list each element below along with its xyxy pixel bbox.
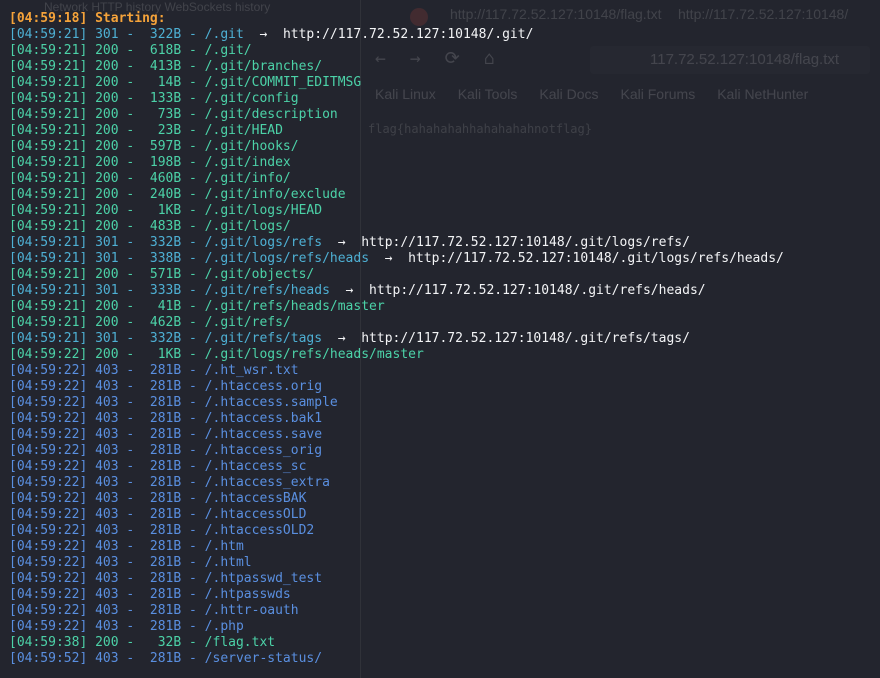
result-entry: [04:59:21] 200 - 14B - /.git/COMMIT_EDIT…: [9, 75, 362, 90]
redirect-arrow-icon: →: [243, 27, 283, 42]
result-line: [04:59:21] 200 - 73B - /.git/description: [9, 107, 784, 123]
result-line: [04:59:21] 200 - 14B - /.git/COMMIT_EDIT…: [9, 75, 784, 91]
result-line: [04:59:21] 200 - 460B - /.git/info/: [9, 171, 784, 187]
result-line: [04:59:21] 200 - 462B - /.git/refs/: [9, 315, 784, 331]
result-lines: [04:59:21] 301 - 322B - /.git → http://1…: [9, 27, 784, 667]
result-entry: [04:59:21] 200 - 73B - /.git/description: [9, 107, 338, 122]
result-line: [04:59:21] 200 - 571B - /.git/objects/: [9, 267, 784, 283]
result-line: [04:59:21] 301 - 322B - /.git → http://1…: [9, 27, 784, 43]
result-entry: [04:59:21] 200 - 460B - /.git/info/: [9, 171, 291, 186]
result-entry: [04:59:21] 200 - 23B - /.git/HEAD: [9, 123, 283, 138]
redirect-url: http://117.72.52.127:10148/.git/refs/tag…: [361, 331, 690, 346]
result-line: [04:59:22] 403 - 281B - /.htaccess_orig: [9, 443, 784, 459]
result-line: [04:59:21] 200 - 23B - /.git/HEAD: [9, 123, 784, 139]
redirect-arrow-icon: →: [322, 235, 362, 250]
result-line: [04:59:21] 301 - 332B - /.git/logs/refs …: [9, 235, 784, 251]
result-entry: [04:59:22] 403 - 281B - /.htaccess_sc: [9, 459, 307, 474]
result-line: [04:59:22] 403 - 281B - /.htpasswd_test: [9, 571, 784, 587]
result-line: [04:59:22] 403 - 281B - /.ht_wsr.txt: [9, 363, 784, 379]
result-entry: [04:59:22] 403 - 281B - /.html: [9, 555, 252, 570]
result-entry: [04:59:21] 301 - 332B - /.git/logs/refs: [9, 235, 323, 250]
result-line: [04:59:22] 403 - 281B - /.htaccess_sc: [9, 459, 784, 475]
result-line: [04:59:52] 403 - 281B - /server-status/: [9, 651, 784, 667]
result-entry: [04:59:22] 403 - 281B - /.htm: [9, 539, 244, 554]
result-line: [04:59:22] 403 - 281B - /.htaccess.save: [9, 427, 784, 443]
result-entry: [04:59:21] 200 - 462B - /.git/refs/: [9, 315, 291, 330]
start-text: Starting:: [95, 11, 166, 26]
result-entry: [04:59:21] 301 - 338B - /.git/logs/refs/…: [9, 251, 370, 266]
redirect-url: http://117.72.52.127:10148/.git/logs/ref…: [361, 235, 690, 250]
result-entry: [04:59:38] 200 - 32B - /flag.txt: [9, 635, 276, 650]
result-entry: [04:59:22] 403 - 281B - /.htpasswds: [9, 587, 291, 602]
redirect-arrow-icon: →: [329, 283, 370, 298]
result-entry: [04:59:22] 403 - 281B - /.httr-oauth: [9, 603, 299, 618]
result-line: [04:59:21] 200 - 1KB - /.git/logs/HEAD: [9, 203, 784, 219]
result-line: [04:59:22] 403 - 281B - /.htaccessBAK: [9, 491, 784, 507]
result-line: [04:59:21] 200 - 483B - /.git/logs/: [9, 219, 784, 235]
result-entry: [04:59:22] 403 - 281B - /.htaccess_orig: [9, 443, 323, 458]
redirect-url: http://117.72.52.127:10148/.git/logs/ref…: [408, 251, 784, 266]
result-line: [04:59:22] 403 - 281B - /.htaccess.sampl…: [9, 395, 784, 411]
result-entry: [04:59:22] 403 - 281B - /.htpasswd_test: [9, 571, 323, 586]
result-line: [04:59:22] 403 - 281B - /.httr-oauth: [9, 603, 784, 619]
result-line: [04:59:22] 403 - 281B - /.htpasswds: [9, 587, 784, 603]
result-entry: [04:59:21] 200 - 41B - /.git/refs/heads/…: [9, 299, 385, 314]
result-entry: [04:59:21] 200 - 413B - /.git/branches/: [9, 59, 323, 74]
start-line: [04:59:18] Starting:: [9, 11, 784, 27]
result-line: [04:59:22] 403 - 281B - /.htaccess_extra: [9, 475, 784, 491]
result-entry: [04:59:22] 403 - 281B - /.htaccess.orig: [9, 379, 323, 394]
result-line: [04:59:22] 403 - 281B - /.html: [9, 555, 784, 571]
result-line: [04:59:22] 200 - 1KB - /.git/logs/refs/h…: [9, 347, 784, 363]
redirect-arrow-icon: →: [369, 251, 409, 266]
result-line: [04:59:21] 200 - 413B - /.git/branches/: [9, 59, 784, 75]
redirect-url: http://117.72.52.127:10148/.git/refs/hea…: [369, 283, 706, 298]
result-line: [04:59:22] 403 - 281B - /.htaccessOLD2: [9, 523, 784, 539]
result-entry: [04:59:21] 200 - 618B - /.git/: [9, 43, 252, 58]
result-line: [04:59:21] 301 - 332B - /.git/refs/tags …: [9, 331, 784, 347]
result-entry: [04:59:22] 403 - 281B - /.htaccess.sampl…: [9, 395, 338, 410]
result-line: [04:59:22] 403 - 281B - /.php: [9, 619, 784, 635]
result-entry: [04:59:22] 403 - 281B - /.htaccessOLD2: [9, 523, 315, 538]
result-entry: [04:59:22] 403 - 281B - /.ht_wsr.txt: [9, 363, 299, 378]
result-entry: [04:59:21] 301 - 332B - /.git/refs/tags: [9, 331, 323, 346]
result-line: [04:59:21] 200 - 597B - /.git/hooks/: [9, 139, 784, 155]
result-entry: [04:59:21] 200 - 483B - /.git/logs/: [9, 219, 291, 234]
result-line: [04:59:21] 301 - 338B - /.git/logs/refs/…: [9, 251, 784, 267]
result-line: [04:59:21] 200 - 41B - /.git/refs/heads/…: [9, 299, 784, 315]
result-line: [04:59:22] 403 - 281B - /.htaccessOLD: [9, 507, 784, 523]
result-line: [04:59:38] 200 - 32B - /flag.txt: [9, 635, 784, 651]
result-entry: [04:59:21] 200 - 571B - /.git/objects/: [9, 267, 315, 282]
result-entry: [04:59:22] 403 - 281B - /.htaccess_extra: [9, 475, 330, 490]
result-entry: [04:59:21] 200 - 1KB - /.git/logs/HEAD: [9, 203, 323, 218]
result-line: [04:59:22] 403 - 281B - /.htaccess.orig: [9, 379, 784, 395]
result-line: [04:59:21] 200 - 198B - /.git/index: [9, 155, 784, 171]
result-entry: [04:59:21] 200 - 133B - /.git/config: [9, 91, 299, 106]
result-entry: [04:59:21] 301 - 333B - /.git/refs/heads: [9, 283, 330, 298]
redirect-arrow-icon: →: [322, 331, 362, 346]
result-line: [04:59:21] 200 - 618B - /.git/: [9, 43, 784, 59]
result-entry: [04:59:52] 403 - 281B - /server-status/: [9, 651, 323, 666]
result-entry: [04:59:22] 403 - 281B - /.htaccess.save: [9, 427, 323, 442]
result-entry: [04:59:22] 403 - 281B - /.htaccessBAK: [9, 491, 307, 506]
result-entry: [04:59:21] 200 - 198B - /.git/index: [9, 155, 291, 170]
result-line: [04:59:22] 403 - 281B - /.htaccess.bak1: [9, 411, 784, 427]
result-entry: [04:59:22] 403 - 281B - /.htaccess.bak1: [9, 411, 323, 426]
result-line: [04:59:21] 200 - 240B - /.git/info/exclu…: [9, 187, 784, 203]
result-line: [04:59:21] 301 - 333B - /.git/refs/heads…: [9, 283, 784, 299]
result-entry: [04:59:21] 200 - 597B - /.git/hooks/: [9, 139, 299, 154]
redirect-url: http://117.72.52.127:10148/.git/: [282, 27, 534, 42]
result-entry: [04:59:22] 200 - 1KB - /.git/logs/refs/h…: [9, 347, 424, 362]
terminal-output: [04:59:18] Starting: [04:59:21] 301 - 32…: [9, 11, 784, 667]
result-entry: [04:59:21] 200 - 240B - /.git/info/exclu…: [9, 187, 346, 202]
result-entry: [04:59:21] 301 - 322B - /.git: [9, 27, 244, 42]
result-line: [04:59:22] 403 - 281B - /.htm: [9, 539, 784, 555]
start-time: [04:59:18]: [9, 11, 88, 26]
result-line: [04:59:21] 200 - 133B - /.git/config: [9, 91, 784, 107]
result-entry: [04:59:22] 403 - 281B - /.htaccessOLD: [9, 507, 307, 522]
result-entry: [04:59:22] 403 - 281B - /.php: [9, 619, 244, 634]
